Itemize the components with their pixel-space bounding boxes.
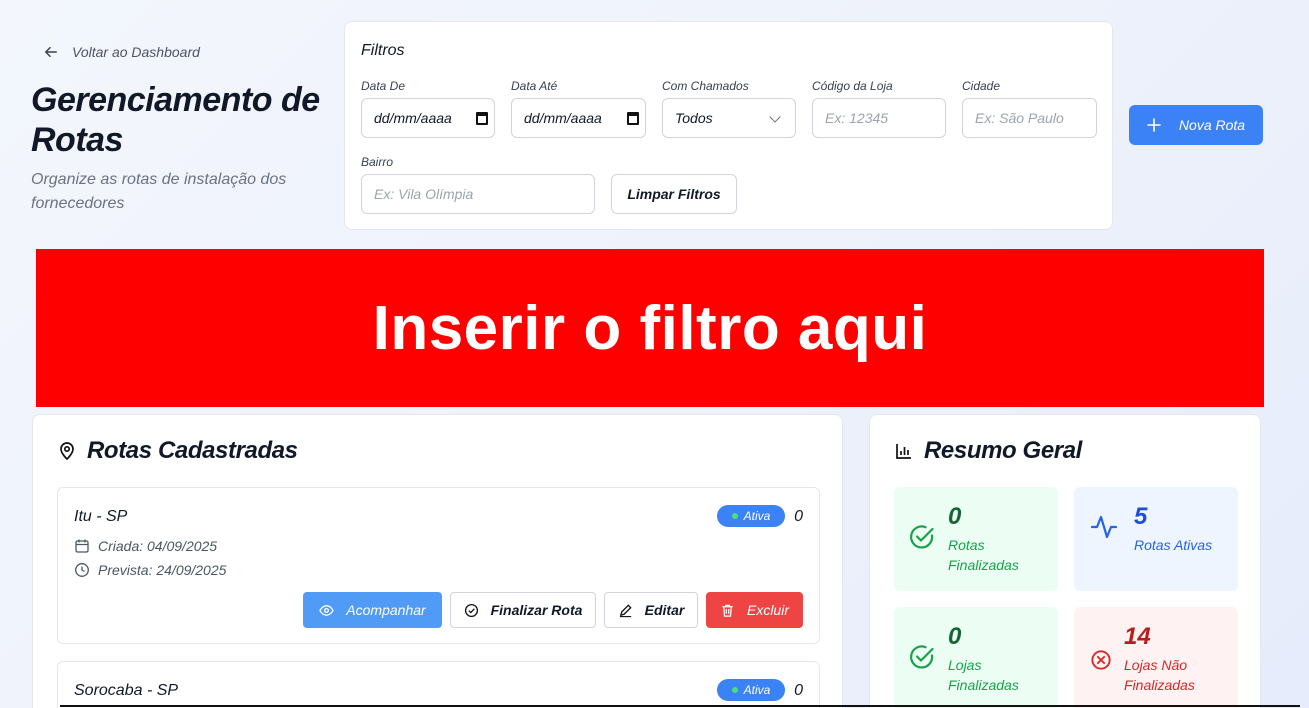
date-to-label: Data Até [511,79,558,93]
route-card[interactable]: Sorocaba - SP Ativa 0 [57,661,820,708]
city-input[interactable]: Ex: São Paulo [962,98,1097,138]
route-name: Itu - SP [74,508,128,525]
store-code-input[interactable]: Ex: 12345 [812,98,946,138]
stat-label: Rotas Finalizadas [948,537,1019,573]
edit-route-button[interactable]: Editar [604,592,698,628]
status-badge-label: Ativa [743,509,771,523]
city-placeholder: Ex: São Paulo [975,110,1064,126]
route-count: 0 [794,682,803,699]
date-from-input[interactable]: dd/mm/aaaa [361,98,495,138]
neighborhood-label: Bairro [361,155,394,169]
finish-route-label: Finalizar Rota [490,602,583,618]
summary-panel: Resumo Geral 0 Rotas Finalizadas 5 Rotas… [869,414,1261,708]
page-subtitle: Organize as rotas de instalação dos forn… [31,171,287,212]
city-label: Cidade [962,79,1001,93]
placeholder-banner: Inserir o filtro aqui [36,249,1264,407]
eye-icon [319,604,335,616]
x-circle-icon [1091,650,1111,670]
clear-filters-button[interactable]: Limpar Filtros [611,174,737,214]
check-circle-icon [910,645,934,669]
stat-value: 0 [948,503,962,530]
stat-value: 0 [948,623,962,650]
route-created: Criada: 04/09/2025 [74,538,217,554]
stat-value: 5 [1134,503,1148,530]
stat-card-finished-routes: 0 Rotas Finalizadas [894,487,1058,591]
neighborhood-input[interactable]: Ex: Vila Olímpia [361,174,595,214]
bar-chart-icon [896,444,911,459]
tickets-select-value: Todos [675,110,713,126]
chevron-down-icon [769,111,781,123]
track-route-button[interactable]: Acompanhar [303,592,442,628]
route-expected-date: Prevista: 24/09/2025 [98,562,227,578]
status-dot-icon [731,513,738,519]
pencil-icon [619,603,632,617]
date-from-value: dd/mm/aaaa [374,110,452,126]
date-to-value: dd/mm/aaaa [524,110,602,126]
route-card[interactable]: Itu - SP Ativa 0 Criada: 04/09/2025 Prev… [57,487,820,644]
route-name: Sorocaba - SP [74,682,179,699]
arrow-left-icon [44,46,57,58]
page-title: Gerenciamento de Rotas [31,81,320,159]
track-route-label: Acompanhar [346,602,426,618]
stat-card-finished-stores: 0 Lojas Finalizadas [894,607,1058,708]
calendar-icon [75,539,89,553]
route-count: 0 [794,508,803,525]
summary-panel-header: Resumo Geral [894,437,1082,465]
status-badge: Ativa [717,505,785,527]
new-route-button[interactable]: Nova Rota [1129,105,1263,145]
calendar-icon[interactable] [476,112,488,125]
back-link-label: Voltar ao Dashboard [72,44,200,60]
stat-card-active-routes: 5 Rotas Ativas [1074,487,1238,591]
filters-title: Filtros [361,42,405,59]
stat-label: Rotas Ativas [1134,537,1213,553]
routes-panel: Rotas Cadastradas Itu - SP Ativa 0 Criad… [32,414,843,708]
back-to-dashboard-link[interactable]: Voltar ao Dashboard [44,44,200,60]
route-created-date: Criada: 04/09/2025 [98,538,218,554]
tickets-select[interactable]: Todos [662,98,796,138]
divider [60,705,1300,707]
check-circle-icon [910,525,934,549]
routes-panel-header: Rotas Cadastradas [57,437,298,465]
delete-route-button[interactable]: Excluir [706,592,803,628]
trash-icon [722,604,733,617]
tickets-label: Com Chamados [662,79,749,93]
route-expected: Prevista: 24/09/2025 [74,562,226,578]
check-circle-icon [464,603,478,617]
routes-panel-title: Rotas Cadastradas [87,437,298,464]
neighborhood-placeholder: Ex: Vila Olímpia [374,186,474,202]
stat-card-unfinished-stores: 14 Lojas Não Finalizadas [1074,607,1238,708]
date-from-label: Data De [361,79,406,93]
status-badge-label: Ativa [743,683,771,697]
edit-route-label: Editar [644,602,685,618]
plus-icon [1147,118,1161,132]
stat-label: Lojas Não Finalizadas [1124,657,1195,693]
stat-label: Lojas Finalizadas [948,657,1019,693]
store-code-placeholder: Ex: 12345 [825,110,889,126]
store-code-label: Código da Loja [812,79,893,93]
activity-icon [1090,515,1118,539]
map-pin-icon [60,442,74,461]
calendar-icon[interactable] [627,112,639,125]
finish-route-button[interactable]: Finalizar Rota [450,592,596,628]
summary-panel-title: Resumo Geral [924,437,1082,464]
stat-value: 14 [1124,623,1151,650]
date-to-input[interactable]: dd/mm/aaaa [511,98,646,138]
filters-panel: Filtros Data De dd/mm/aaaa Data Até dd/m… [344,21,1113,230]
status-dot-icon [731,687,738,693]
new-route-label: Nova Rota [1178,117,1246,133]
clock-icon [75,563,89,577]
status-badge: Ativa [717,679,785,701]
delete-route-label: Excluir [746,602,789,618]
